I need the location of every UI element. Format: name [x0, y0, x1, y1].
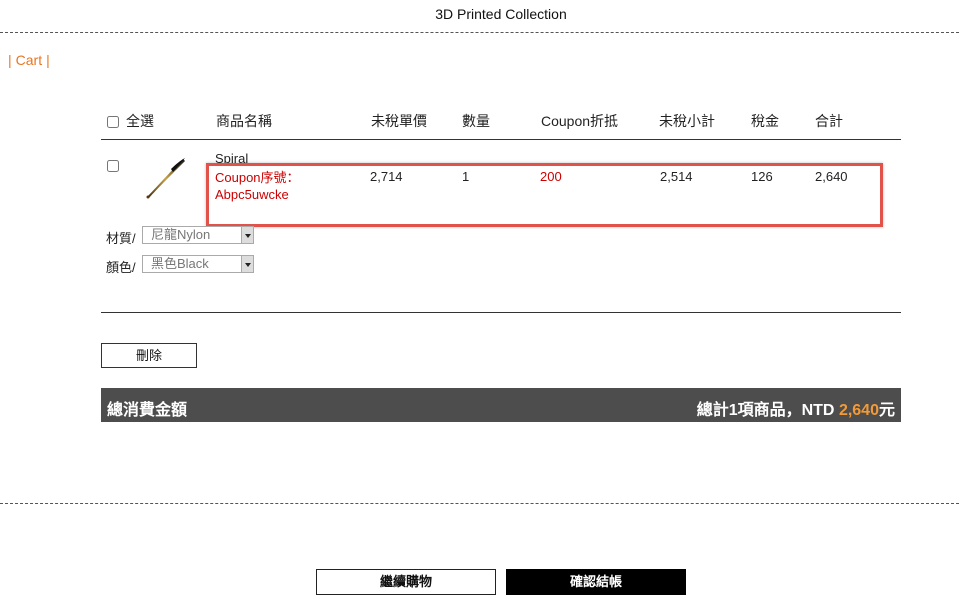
chevron-down-icon: [241, 256, 253, 272]
summary-suffix: 元: [878, 402, 895, 419]
summary-prefix: 總計1項商品，NTD: [696, 402, 839, 419]
header-subtotal: 未稅小計: [659, 113, 715, 129]
header-total: 合計: [815, 113, 843, 129]
continue-shopping-button[interactable]: 繼續購物: [316, 569, 496, 595]
header-coupon-discount: Coupon折抵: [541, 113, 619, 129]
site-title: 3D Printed Collection: [435, 6, 567, 22]
row-select-checkbox[interactable]: [107, 160, 119, 172]
header-tax: 稅金: [751, 113, 779, 129]
delete-button[interactable]: 刪除: [101, 343, 197, 368]
header-unit-price: 未稅單價: [371, 113, 427, 129]
checkout-button[interactable]: 確認結帳: [506, 569, 686, 595]
product-thumbnail[interactable]: [141, 155, 189, 201]
select-all-checkbox[interactable]: [107, 116, 119, 128]
header-product-name: 商品名稱: [216, 113, 272, 129]
top-divider: [0, 32, 959, 33]
bottom-divider: [0, 503, 959, 504]
chevron-down-icon: [241, 227, 253, 243]
header-quantity: 數量: [462, 113, 490, 129]
breadcrumb-separator-right: |: [46, 52, 50, 68]
summary-label: 總消費金額: [107, 402, 188, 419]
material-select[interactable]: 尼龍Nylon: [142, 226, 254, 244]
summary-amount: 2,640: [838, 402, 879, 419]
breadcrumb-cart-link[interactable]: Cart: [12, 52, 46, 68]
highlight-box: [206, 163, 883, 227]
summary-total: 總計1項商品，NTD 2,640元: [697, 396, 895, 420]
row-divider: [101, 312, 901, 313]
order-summary-bar: 總消費金額 總計1項商品，NTD 2,640元: [101, 388, 901, 422]
color-select[interactable]: 黑色Black: [142, 255, 254, 273]
header-divider: [101, 139, 901, 140]
material-label: 材質/: [106, 231, 136, 246]
color-select-value: 黑色Black: [151, 256, 209, 271]
color-label: 顏色/: [106, 260, 136, 275]
material-select-value: 尼龍Nylon: [151, 227, 211, 242]
header-select-all: 全選: [126, 113, 154, 129]
breadcrumb: | Cart |: [8, 52, 50, 68]
